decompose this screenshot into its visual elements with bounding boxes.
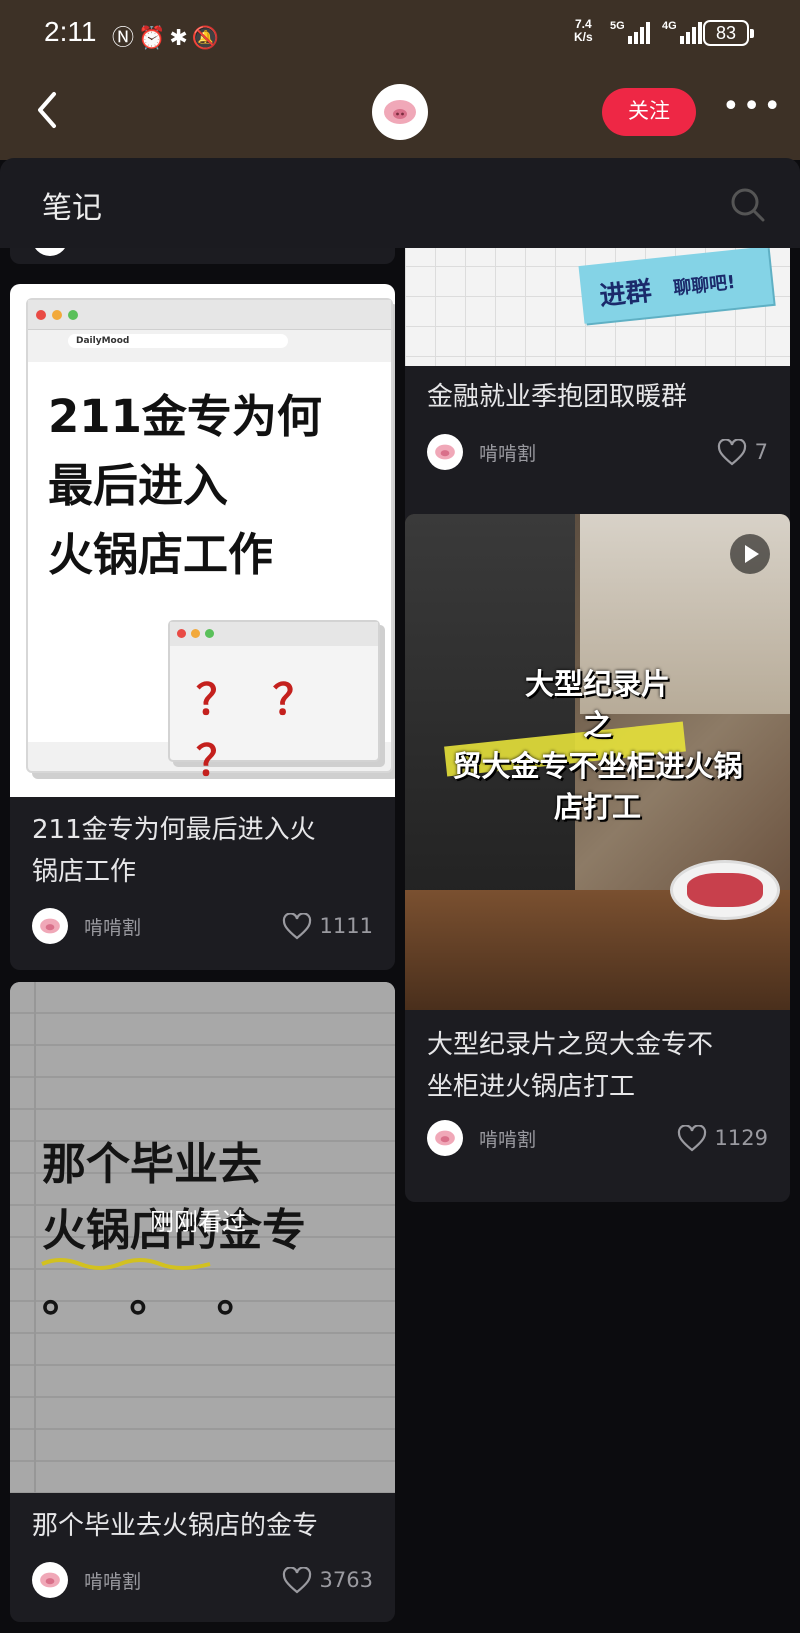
video-caption: 大型纪录片 之 贸大金专不坐柜进火锅 店打工 xyxy=(452,667,743,824)
author-name[interactable]: 啃啃割 xyxy=(479,1125,536,1152)
alarm-icon: ⏰ xyxy=(138,26,170,51)
signal-bars-1-icon xyxy=(628,20,650,44)
note-cover-video: 大型纪录片 之 贸大金专不坐柜进火锅 店打工 xyxy=(405,514,790,1010)
heart-icon xyxy=(677,1124,706,1151)
sheet-title: 笔记 xyxy=(42,191,102,226)
pig-avatar-icon xyxy=(384,100,416,124)
pig-avatar-icon xyxy=(435,1130,455,1146)
signal-label-1: 5G xyxy=(610,20,625,32)
pig-avatar-icon xyxy=(40,1572,60,1588)
more-options-icon[interactable]: ••• xyxy=(722,92,784,122)
bluetooth-icon: ✱ xyxy=(169,26,192,51)
top-bar: 2:11 Ⓝ⏰✱🔕 7.4 K/s 5G 4G 83 关注 ••• xyxy=(0,0,800,160)
clock: 2:11 xyxy=(44,16,97,47)
plate-illustration xyxy=(670,860,780,920)
heart-icon xyxy=(282,912,311,939)
note-title: 金融就业季抱团取暖群 xyxy=(427,382,688,412)
mute-icon: 🔕 xyxy=(191,26,224,51)
note-meta: 啃啃割 7 xyxy=(427,432,768,472)
author-name[interactable]: 啃啃割 xyxy=(84,1567,141,1594)
note-card[interactable]: 那个毕业去 火锅店的金专 。 。 。 刚刚看过 那个毕业去火锅店的金专 啃啃割 … xyxy=(10,982,395,1622)
cover-headline: 211金专为何 最后进入 火锅店工作 xyxy=(48,390,322,581)
like-button[interactable]: 1129 xyxy=(677,1124,768,1152)
popup-window-illustration: ？ ？ ？ xyxy=(168,620,380,785)
heart-icon xyxy=(282,1566,311,1593)
notes-feed: DailyMood 211金专为何 最后进入 火锅店工作 ？ ？ ？ 211金专… xyxy=(0,248,800,1633)
author-avatar[interactable] xyxy=(32,908,68,944)
like-count: 7 xyxy=(754,440,768,464)
note-meta: 啃啃割 1129 xyxy=(427,1118,768,1158)
author-avatar[interactable] xyxy=(32,1562,68,1598)
heart-icon xyxy=(717,438,746,465)
note-meta: 啃啃割 1111 xyxy=(32,906,373,946)
author-name[interactable]: 啃啃割 xyxy=(479,439,536,466)
like-count: 3763 xyxy=(319,1568,373,1592)
author-avatar xyxy=(32,248,68,256)
status-bar: 2:11 Ⓝ⏰✱🔕 7.4 K/s 5G 4G 83 xyxy=(0,0,800,68)
note-meta: 啃啃割 3763 xyxy=(32,1560,373,1600)
note-cover-image: 进群 聊聊吧! xyxy=(405,248,790,366)
note-cover-image: DailyMood 211金专为何 最后进入 火锅店工作 ？ ？ ？ xyxy=(10,284,395,797)
search-icon[interactable] xyxy=(728,185,768,225)
signal-bars-2-icon xyxy=(680,20,702,44)
note-title: 大型纪录片之贸大金专不 坐柜进火锅店打工 xyxy=(427,1030,714,1102)
note-cover-image: 那个毕业去 火锅店的金专 。 。 。 刚刚看过 xyxy=(10,982,395,1493)
note-card[interactable]: 大型纪录片 之 贸大金专不坐柜进火锅 店打工 大型纪录片之贸大金专不 坐柜进火锅… xyxy=(405,514,790,1202)
note-title: 那个毕业去火锅店的金专 xyxy=(32,1511,319,1541)
notes-sheet-header xyxy=(0,158,800,248)
video-play-icon xyxy=(730,534,770,574)
yellow-underline-icon xyxy=(41,1258,211,1270)
author-name[interactable]: 啃啃割 xyxy=(84,913,141,940)
like-button[interactable]: 3763 xyxy=(282,1566,373,1594)
nfc-icon: Ⓝ xyxy=(112,26,139,51)
like-button[interactable]: 1111 xyxy=(282,912,373,940)
follow-button[interactable]: 关注 xyxy=(602,88,696,136)
author-avatar[interactable] xyxy=(427,434,463,470)
cover-url-bar: DailyMood xyxy=(68,334,288,348)
back-arrow-icon[interactable] xyxy=(30,88,70,132)
profile-avatar[interactable] xyxy=(372,84,428,140)
battery-indicator: 83 xyxy=(703,20,754,46)
recently-viewed-badge: 刚刚看过 xyxy=(150,1208,246,1236)
like-count: 1129 xyxy=(714,1126,768,1150)
note-card[interactable]: DailyMood 211金专为何 最后进入 火锅店工作 ？ ？ ？ 211金专… xyxy=(10,284,395,970)
note-title: 211金专为何最后进入火 锅店工作 xyxy=(32,815,316,887)
note-card-partial[interactable] xyxy=(10,248,395,264)
author-avatar[interactable] xyxy=(427,1120,463,1156)
like-count: 1111 xyxy=(319,914,373,938)
pig-avatar-icon xyxy=(435,444,455,460)
question-marks: ？ ？ ？ xyxy=(196,675,325,785)
like-button[interactable]: 7 xyxy=(717,438,768,466)
network-speed: 7.4 K/s xyxy=(574,17,593,44)
pig-avatar-icon xyxy=(40,918,60,934)
signal-label-2: 4G xyxy=(662,20,677,32)
status-icons: Ⓝ⏰✱🔕 xyxy=(112,20,223,52)
